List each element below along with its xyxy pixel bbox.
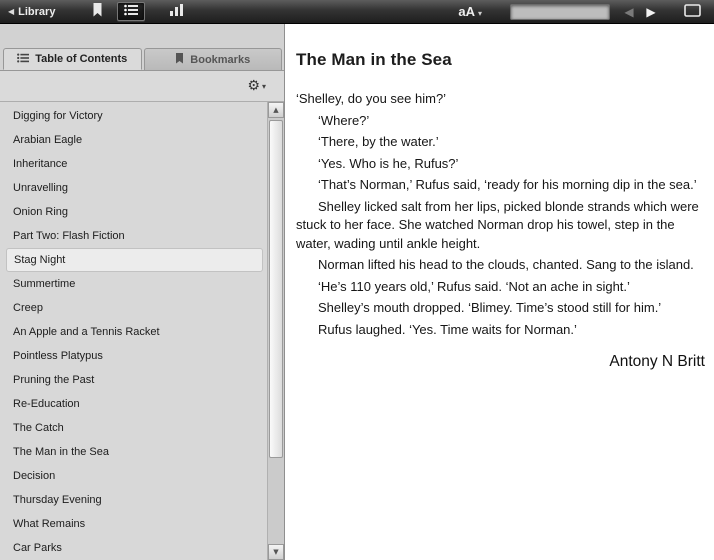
paragraph: ‘He’s 110 years old,’ Rufus said. ‘Not a… <box>318 278 630 294</box>
toc-item[interactable]: Thursday Evening <box>0 488 267 512</box>
fullscreen-icon <box>683 3 701 20</box>
bar-chart-icon <box>170 4 184 19</box>
toc-item[interactable]: Stag Night <box>6 248 263 272</box>
toc-item[interactable]: Digging for Victory <box>0 104 267 128</box>
chevron-down-icon: ▾ <box>261 81 266 91</box>
paragraph: Shelley’s mouth dropped. ‘Blimey. Time’s… <box>318 300 662 315</box>
chapter-text: ‘Shelley, do you see him?’ ‘Where?’ ‘There… <box>296 90 705 339</box>
reading-stats-icon-button[interactable] <box>163 2 191 21</box>
scroll-down-button[interactable]: ▼ <box>268 544 284 560</box>
toc-item[interactable]: Decision <box>0 464 267 488</box>
toc-options-button[interactable]: ⚙ ▾ <box>247 79 266 93</box>
paragraph: ‘There, by the water.’ <box>318 134 439 149</box>
scroll-up-button[interactable]: ▲ <box>268 102 284 118</box>
chapter-title: The Man in the Sea <box>296 50 452 69</box>
toc-scrollbar[interactable]: ▲ ▼ <box>267 102 284 560</box>
tab-table-of-contents[interactable]: Table of Contents <box>3 48 142 70</box>
paragraph: ‘Where?’ <box>318 112 370 128</box>
search-input[interactable] <box>510 3 610 20</box>
toc-icon-button[interactable] <box>117 2 146 21</box>
bookmark-icon <box>92 3 103 20</box>
table-of-contents-icon <box>124 4 139 19</box>
back-arrow-icon: ◀ <box>8 7 15 16</box>
library-button-label: Library <box>18 5 56 18</box>
next-page-button[interactable]: ▶ <box>640 2 662 21</box>
scrollbar-thumb[interactable] <box>269 120 283 458</box>
toc-item[interactable]: Car Parks <box>0 536 267 560</box>
main-area: Table of Contents Bookmarks ⚙ ▾ Digging … <box>0 24 714 560</box>
top-toolbar: ◀ Library aA ▾ ◀ ▶ <box>0 0 714 24</box>
paragraph: ‘Yes. Who is he, Rufus?’ <box>318 155 459 171</box>
toc-panel-header: ⚙ ▾ <box>0 70 284 102</box>
chevron-down-icon: ▾ <box>477 9 482 18</box>
sidebar: Table of Contents Bookmarks ⚙ ▾ Digging … <box>0 24 285 560</box>
toc-item[interactable]: Onion Ring <box>0 200 267 224</box>
paragraph: Norman lifted his head to the clouds, ch… <box>318 257 694 272</box>
bookmarks-tab-icon <box>175 52 184 67</box>
toc-item[interactable]: Arabian Eagle <box>0 128 267 152</box>
font-size-button[interactable]: aA ▾ <box>458 4 482 19</box>
author-name: Antony N Britt <box>609 353 705 370</box>
toc-item[interactable]: Creep <box>0 296 267 320</box>
toc-item[interactable]: Unravelling <box>0 176 267 200</box>
toc-item[interactable]: Pointless Platypus <box>0 344 267 368</box>
sidebar-tabs: Table of Contents Bookmarks <box>0 24 284 70</box>
library-button[interactable]: ◀ Library <box>8 6 55 18</box>
toc-item[interactable]: Part Two: Flash Fiction <box>0 224 267 248</box>
paragraph: ‘Shelley, do you see him?’ <box>296 91 447 106</box>
paragraph: Rufus laughed. ‘Yes. Time waits for Norm… <box>318 321 577 337</box>
fullscreen-button[interactable] <box>678 2 706 21</box>
ereader-app: ◀ Library aA ▾ ◀ ▶ Table of Contents Boo… <box>0 0 714 560</box>
tab-bookmarks[interactable]: Bookmarks <box>143 48 282 70</box>
toc-item[interactable]: Pruning the Past <box>0 368 267 392</box>
toc-item[interactable]: The Man in the Sea <box>0 440 267 464</box>
bookmark-icon-button[interactable] <box>83 2 111 21</box>
toc-tab-label: Table of Contents <box>35 53 128 65</box>
reading-pane: The Man in the Sea ‘Shelley, do you see … <box>285 24 714 560</box>
prev-page-button[interactable]: ◀ <box>618 2 640 21</box>
paragraph: Shelley licked salt from her lips, picke… <box>296 198 699 251</box>
toc-tab-icon <box>17 53 30 66</box>
toc-item[interactable]: An Apple and a Tennis Racket <box>0 320 267 344</box>
toc-item[interactable]: Re-Education <box>0 392 267 416</box>
toc-list: Digging for Victory Arabian Eagle Inherita… <box>0 104 267 560</box>
toc-panel: Digging for Victory Arabian Eagle Inherita… <box>0 102 284 560</box>
paragraph: ‘That’s Norman,’ Rufus said, ‘ready for … <box>318 177 697 192</box>
gear-icon: ⚙ <box>247 78 260 94</box>
bookmarks-tab-label: Bookmarks <box>190 53 251 66</box>
toc-item[interactable]: Summertime <box>0 272 267 296</box>
toc-item[interactable]: Inheritance <box>0 152 267 176</box>
toc-item[interactable]: The Catch <box>0 416 267 440</box>
toc-item[interactable]: What Remains <box>0 512 267 536</box>
font-size-label: aA <box>458 4 475 19</box>
